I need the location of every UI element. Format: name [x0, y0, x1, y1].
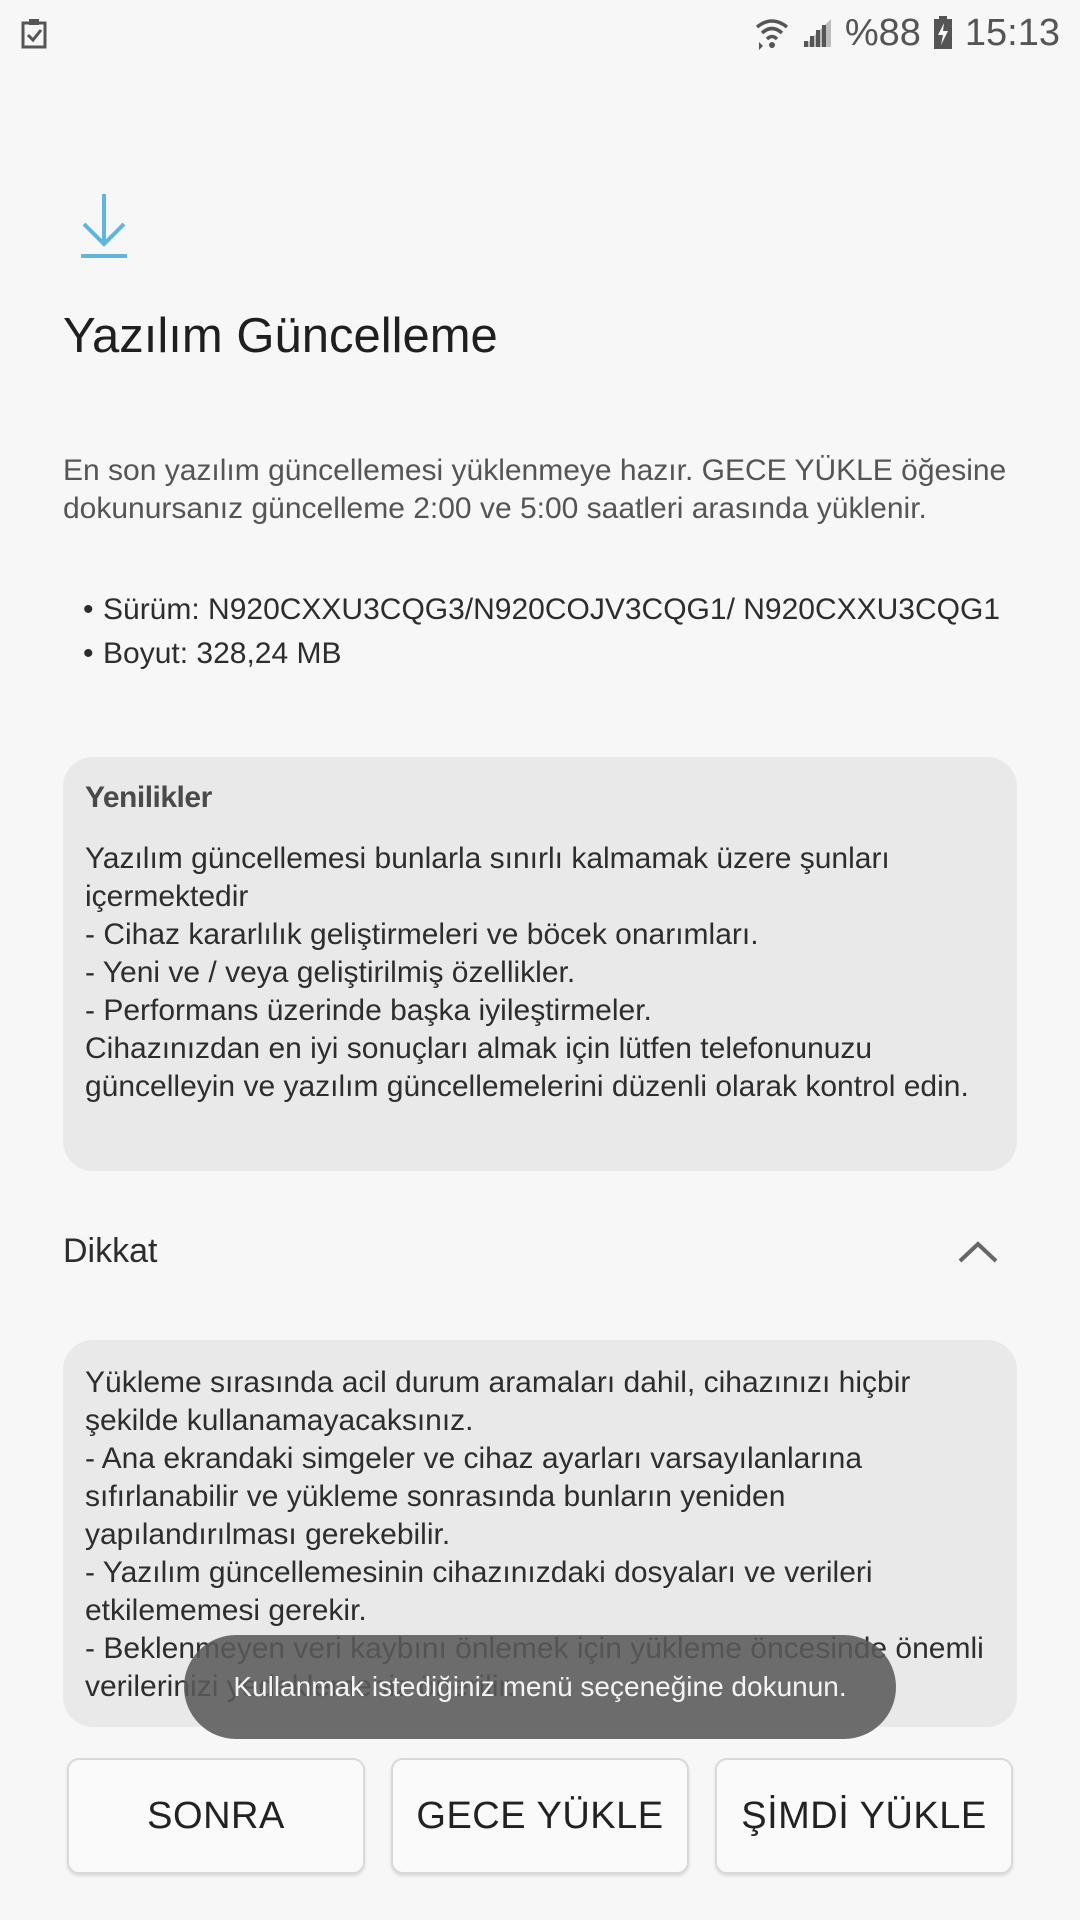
toast-message: Kullanmak istediğiniz menü seçeneğine do… — [184, 1635, 896, 1739]
install-now-button[interactable]: ŞİMDİ YÜKLE — [715, 1758, 1013, 1874]
whats-new-title: Yenilikler — [85, 781, 212, 814]
size-info: Boyut: 328,24 MB — [83, 634, 1013, 674]
clock: 15:13 — [964, 11, 1060, 54]
page-title: Yazılım Güncelleme — [63, 309, 498, 363]
caution-title: Dikkat — [63, 1232, 158, 1270]
version-info: Sürüm: N920CXXU3CQG3/N920COJV3CQG1/ N920… — [83, 590, 1013, 630]
download-icon — [81, 194, 127, 258]
software-update-screen: %88 15:13 Yazılım Güncelleme En son yazı… — [0, 0, 1080, 1920]
battery-charging-icon — [933, 16, 952, 49]
signal-icon — [802, 19, 831, 47]
caution-header[interactable]: Dikkat — [63, 1232, 1017, 1271]
action-buttons: SONRA GECE YÜKLE ŞİMDİ YÜKLE — [67, 1758, 1013, 1874]
later-button[interactable]: SONRA — [67, 1758, 365, 1874]
whats-new-card: Yenilikler Yazılım güncellemesi bunlarla… — [63, 757, 1017, 1171]
status-left — [20, 17, 48, 49]
status-right: %88 15:13 — [755, 12, 1060, 55]
status-bar: %88 15:13 — [0, 0, 1080, 66]
wifi-icon — [755, 19, 788, 50]
whats-new-body: Yazılım güncellemesi bunlarla sınırlı ka… — [85, 842, 969, 1103]
task-check-icon — [21, 19, 47, 49]
chevron-up-icon[interactable] — [957, 1239, 999, 1265]
intro-text: En son yazılım güncellemesi yüklenmeye h… — [63, 454, 1007, 525]
update-details: Sürüm: N920CXXU3CQG3/N920COJV3CQG1/ N920… — [83, 590, 1013, 674]
install-overnight-button[interactable]: GECE YÜKLE — [391, 1758, 689, 1874]
battery-percent: %88 — [844, 11, 921, 54]
